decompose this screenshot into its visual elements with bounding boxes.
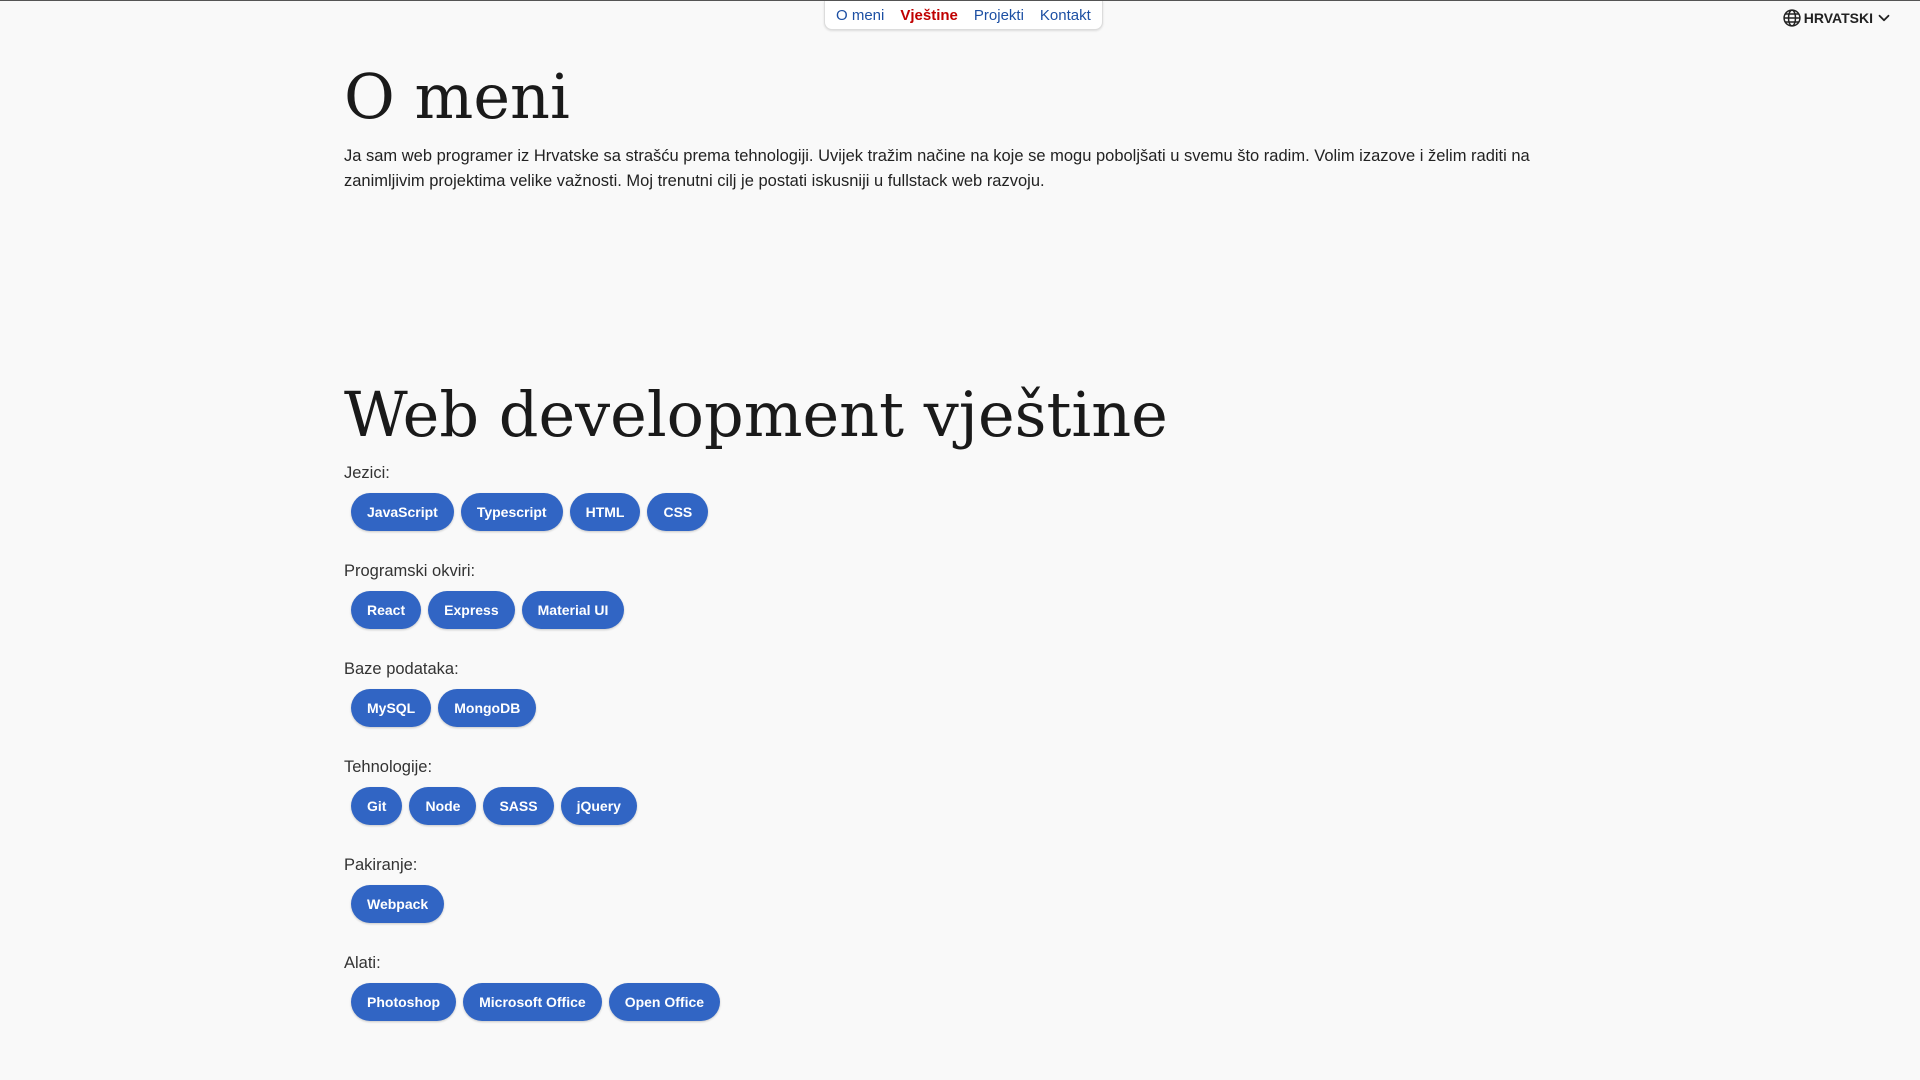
skill-chip: React (351, 591, 422, 629)
top-nav: O meni Vještine Projekti Kontakt (824, 1, 1103, 30)
skill-group-label: Tehnologije: (344, 758, 433, 776)
nav-link-about[interactable]: O meni (836, 7, 884, 24)
skill-group-label: Baze podataka: (344, 660, 459, 678)
page: O meni Vještine Projekti Kontakt HRVATSK… (0, 0, 1920, 1080)
skill-chip: Material UI (521, 591, 625, 629)
skill-chip: CSS (647, 493, 709, 531)
skill-chip: Node (409, 787, 477, 825)
skill-group: Alati: Photoshop Microsoft Office Open Offi… (344, 953, 721, 1051)
skill-chip-list: Git Node SASS jQuery (351, 787, 720, 825)
skill-groups: Jezici: JavaScript Typescript HTML CSS Progra… (344, 463, 721, 1051)
skill-chip-list: React Express Material UI (351, 591, 720, 629)
skill-chip: jQuery (560, 787, 637, 825)
skill-group-label: Alati: (344, 954, 381, 972)
skill-chip: MySQL (351, 689, 432, 727)
skill-group-label: Jezici: (344, 464, 390, 482)
chevron-down-icon (1875, 9, 1893, 27)
skill-group: Jezici: JavaScript Typescript HTML CSS (344, 463, 720, 561)
skill-chip: SASS (483, 787, 554, 825)
skill-chip: Typescript (460, 493, 563, 531)
skill-group: Programski okviri: React Express Material U… (344, 561, 720, 659)
skill-chip: Express (428, 591, 515, 629)
skill-chip: Microsoft Office (463, 983, 602, 1021)
skill-chip: JavaScript (351, 493, 454, 531)
skill-chip: MongoDB (438, 689, 537, 727)
globe-icon (1782, 8, 1802, 28)
skill-chip: Photoshop (351, 983, 457, 1021)
language-selector[interactable]: HRVATSKI (1782, 8, 1893, 28)
skill-chip-list: MySQL MongoDB (351, 689, 720, 727)
skill-group-label: Pakiranje: (344, 856, 418, 874)
skill-chip-list: Webpack (351, 885, 720, 923)
skills-title: Web development vještine (344, 378, 1168, 451)
skill-chip: Git (351, 787, 403, 825)
skill-chip-list: JavaScript Typescript HTML CSS (351, 493, 720, 531)
skill-chip: Open Office (608, 983, 721, 1021)
skill-group: Tehnologije: Git Node SASS jQuery (344, 757, 720, 855)
skill-chip: HTML (569, 493, 641, 531)
skill-group: Baze podataka: MySQL MongoDB (344, 659, 720, 757)
nav-link-projects[interactable]: Projekti (974, 7, 1024, 24)
skill-chip-list: Photoshop Microsoft Office Open Office (351, 983, 721, 1021)
nav-link-skills[interactable]: Vještine (900, 7, 958, 24)
skill-group-label: Programski okviri: (344, 562, 476, 580)
skill-chip: Webpack (351, 885, 445, 923)
about-title: O meni (344, 60, 570, 133)
language-label: HRVATSKI (1803, 10, 1873, 26)
about-text: Ja sam web programer iz Hrvatske sa stra… (344, 147, 1530, 190)
skill-group: Pakiranje: Webpack (344, 855, 720, 953)
nav-link-contact[interactable]: Kontakt (1040, 7, 1091, 24)
